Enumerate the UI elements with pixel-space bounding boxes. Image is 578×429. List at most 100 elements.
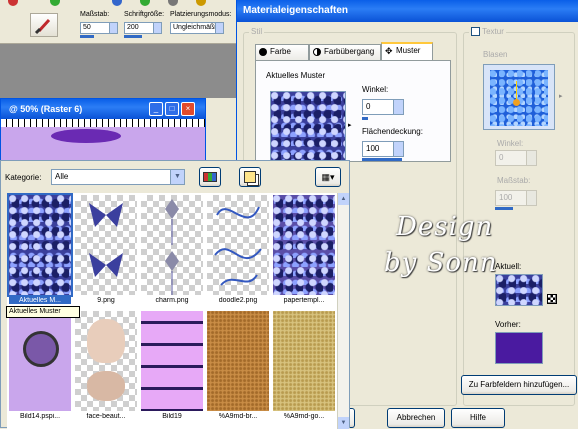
pattern-thumb[interactable] <box>75 195 137 295</box>
pattern-thumb[interactable] <box>207 195 269 295</box>
pattern-thumb[interactable] <box>273 195 335 295</box>
tool-options-toolbar: Maßstab: 50 Schriftgröße: 200 Platzierun… <box>0 0 240 44</box>
scroll-up-icon[interactable]: ▲ <box>338 193 349 205</box>
angle-label: Winkel: <box>362 85 389 94</box>
previous-label: Vorher: <box>495 320 521 329</box>
spin-arrows-icon[interactable] <box>526 191 536 205</box>
butterfly-pattern-icon <box>89 203 123 277</box>
checkbox-box[interactable] <box>471 27 480 37</box>
category-select[interactable]: Alle ▼ <box>51 169 185 185</box>
pattern-dropdown-icon[interactable]: ▸ <box>348 121 352 129</box>
scale-label: Maßstab: <box>80 11 110 18</box>
angle-handle-icon[interactable] <box>513 99 520 106</box>
tab-farbe[interactable]: Farbe <box>255 44 309 60</box>
pattern-thumb-label: doodle2.png <box>218 297 258 304</box>
face-image <box>87 371 125 401</box>
pattern-icon: ✥ <box>385 46 393 56</box>
angle-slider[interactable] <box>362 117 368 120</box>
texture-angle-label: Winkel: <box>497 139 524 148</box>
tab-farbuebergang[interactable]: Farbübergang <box>309 44 381 60</box>
dialog-title: Materialeigenschaften <box>237 0 578 22</box>
pattern-thumb-label: Bild19 <box>162 413 182 420</box>
pattern-thumb[interactable] <box>207 311 269 411</box>
spin-arrows-icon[interactable] <box>109 23 117 33</box>
pattern-thumb[interactable] <box>7 193 73 297</box>
gallery-scrollbar[interactable]: ▲ ▼ <box>337 193 349 429</box>
brush-tool-button[interactable] <box>30 13 58 37</box>
transparent-icon[interactable] <box>547 294 557 304</box>
pattern-thumb[interactable] <box>9 311 71 411</box>
angle-input[interactable]: 0 <box>362 99 404 115</box>
charm-pattern-icon <box>165 199 179 295</box>
texture-preview <box>490 70 548 126</box>
current-pattern-swatch[interactable] <box>270 91 346 161</box>
style-group-label: Stil <box>249 27 265 36</box>
brush-icon <box>34 18 51 35</box>
tab-farbuebergang-label: Farbübergang <box>324 47 375 56</box>
chevron-down-icon[interactable]: ▼ <box>170 170 184 184</box>
watermark-line1: Design <box>396 212 494 242</box>
close-icon[interactable]: × <box>181 102 195 116</box>
gradient-icon <box>313 48 321 56</box>
copy-icon <box>244 171 256 183</box>
opacity-slider[interactable] <box>362 158 402 161</box>
pattern-thumb[interactable] <box>141 195 203 295</box>
scale-input[interactable]: 50 <box>80 22 118 34</box>
help-button[interactable]: Hilfe <box>451 408 505 428</box>
scroll-down-icon[interactable]: ▼ <box>338 417 349 429</box>
pattern-thumb[interactable] <box>273 311 335 411</box>
texture-scale-value: 100 <box>499 193 513 202</box>
toolbar-icon[interactable] <box>50 0 60 6</box>
toolbar-icon[interactable] <box>140 0 150 6</box>
copy-button[interactable] <box>239 167 261 187</box>
fontsize-input[interactable]: 200 <box>124 22 162 34</box>
opacity-label: Flächendeckung: <box>362 127 423 136</box>
texture-scale-input[interactable]: 100 <box>495 190 537 206</box>
palette-view-button[interactable] <box>199 167 221 187</box>
spin-arrows-icon[interactable] <box>153 23 161 33</box>
texture-checkbox[interactable]: Textur <box>469 27 506 37</box>
tab-muster[interactable]: ✥ Muster <box>381 42 433 60</box>
grid-view-icon: ▦▾ <box>321 172 335 182</box>
add-to-swatches-button[interactable]: Zu Farbfeldern hinzufügen... <box>461 375 577 395</box>
maximize-icon[interactable]: □ <box>165 102 179 116</box>
watermark-line2: by Sonn <box>384 248 498 278</box>
placement-label: Platzierungsmodus: <box>170 11 232 18</box>
fontsize-slider[interactable] <box>124 35 142 38</box>
image-window: @ 50% (Raster 6) _ □ × <box>0 98 206 168</box>
pattern-thumb-label: papertempl... <box>283 297 325 304</box>
scale-slider[interactable] <box>80 35 94 38</box>
canvas-shape <box>51 129 121 143</box>
angle-value: 0 <box>366 102 371 111</box>
texture-scale-slider[interactable] <box>495 207 513 210</box>
pattern-thumb[interactable] <box>141 311 203 411</box>
placement-select[interactable]: Ungleichmäßig <box>170 22 224 34</box>
toolbar-icon[interactable] <box>8 0 18 6</box>
opacity-value: 100 <box>366 144 380 153</box>
current-pattern-label: Aktuelles Muster <box>266 71 326 80</box>
texture-scale-label: Maßstab: <box>497 176 531 185</box>
spin-arrows-icon[interactable] <box>526 151 536 165</box>
texture-preview-frame[interactable] <box>483 64 555 130</box>
texture-checkbox-label: Textur <box>482 27 504 36</box>
current-material-swatch <box>495 274 543 306</box>
opacity-input[interactable]: 100 <box>362 141 404 157</box>
spin-arrows-icon[interactable] <box>393 142 403 156</box>
current-label: Aktuell: <box>495 262 522 271</box>
toolbar-icon[interactable] <box>196 0 206 6</box>
cancel-button[interactable]: Abbrechen <box>387 408 445 428</box>
fontsize-value: 200 <box>127 24 139 31</box>
face-image <box>87 319 125 363</box>
previous-material-swatch[interactable] <box>495 332 543 364</box>
chevron-down-icon[interactable] <box>215 23 223 33</box>
minimize-icon[interactable]: _ <box>149 102 163 116</box>
toolbar-icon[interactable] <box>168 0 178 6</box>
view-options-button[interactable]: ▦▾ <box>315 167 341 187</box>
texture-angle-input[interactable]: 0 <box>495 150 537 166</box>
toolbar-icon[interactable] <box>112 0 122 6</box>
spin-arrows-icon[interactable] <box>393 100 403 114</box>
texture-dropdown-icon[interactable]: ▸ <box>559 92 563 100</box>
pattern-thumb-label: Aktuelles M... <box>9 297 71 304</box>
pattern-thumb[interactable] <box>75 311 137 411</box>
pattern-thumb-label: 9.png <box>97 297 115 304</box>
